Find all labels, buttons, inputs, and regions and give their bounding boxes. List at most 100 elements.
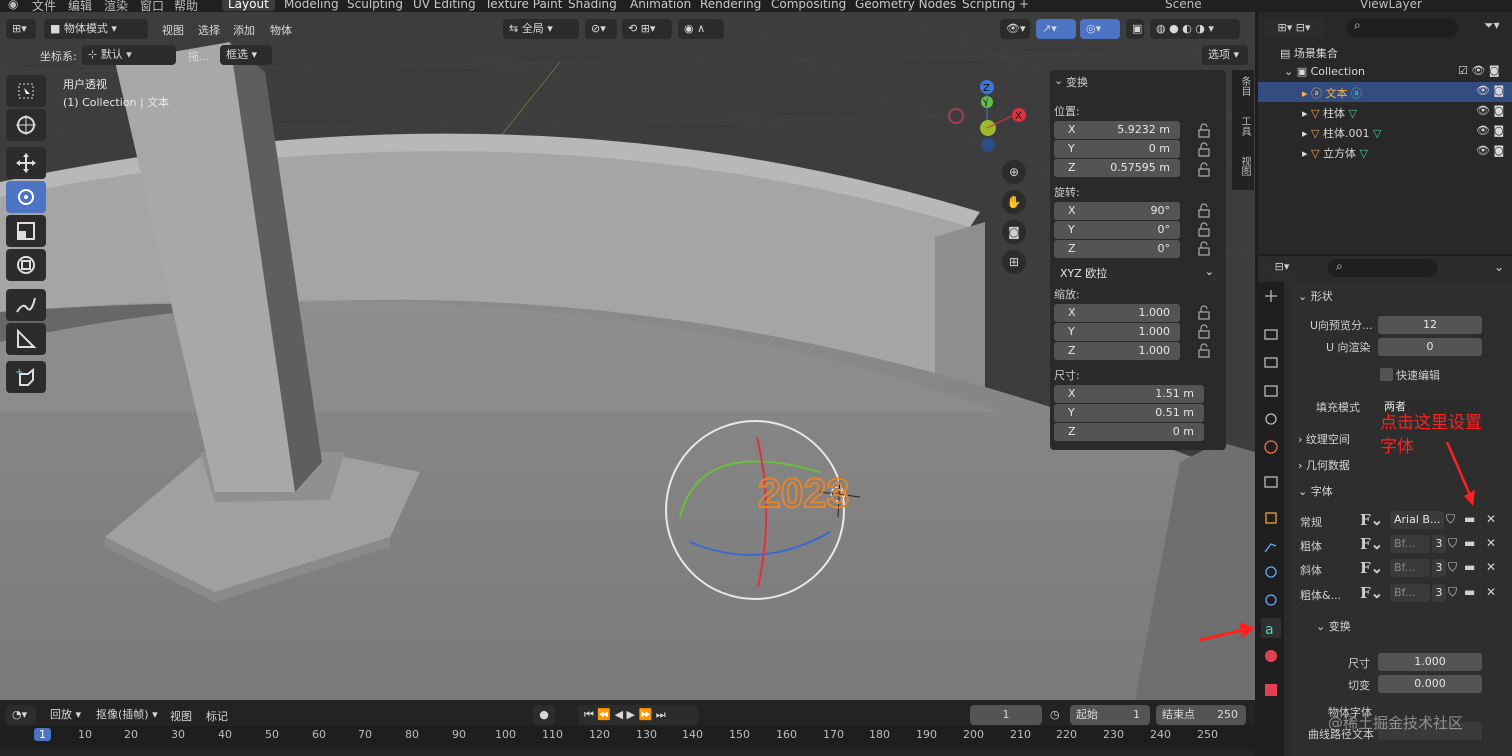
collection-row[interactable]: ⌄ ▣ Collection ☑ 👁 ◙ [1258,62,1512,82]
menu-add[interactable]: 添加 [233,22,255,38]
pivot-icon[interactable]: ⊘▾ [585,19,617,39]
eye-icon[interactable]: 👁 ◙ [1476,124,1504,137]
shape-section-header[interactable]: ⌄ 形状 [1298,288,1333,304]
properties-editor-type-icon[interactable]: ⊟▾ [1266,260,1298,278]
size-field[interactable]: 1.000 [1378,653,1482,671]
visibility-icon[interactable]: 👁▾ [1000,19,1030,39]
u-preview-field[interactable]: 12 [1378,316,1482,334]
eye-icon[interactable]: 👁 ◙ [1476,84,1504,97]
tab-shading[interactable]: Shading [568,0,617,11]
tab-uv-editing[interactable]: UV Editing [413,0,476,11]
outliner-item-cylinder-001[interactable]: ▸ ▽ 柱体.001 ▽ 👁 ◙ [1258,122,1512,142]
unlink-font-icon[interactable]: ✕ [1486,536,1496,550]
menu-file[interactable]: 文件 [32,0,56,12]
timeline-marker-menu[interactable]: 标记 [206,708,228,724]
add-workspace-icon[interactable]: + [1019,0,1029,11]
view-layer-name[interactable]: ViewLayer [1360,0,1422,11]
location-y-field[interactable]: Y 0 m [1054,140,1180,158]
properties-options-icon[interactable]: ⌄ [1494,260,1504,274]
tab-view[interactable]: 视图 [1234,156,1252,176]
menu-render[interactable]: 渲染 [104,0,128,12]
rotate-tool-icon[interactable] [6,181,46,213]
transform-tool-icon[interactable] [6,249,46,281]
menu-help[interactable]: 帮助 [174,0,198,12]
rotation-z-field[interactable]: Z 0° [1054,240,1180,258]
timeline-view-menu[interactable]: 视图 [170,708,192,724]
tab-scripting[interactable]: Scripting [962,0,1015,11]
filter-icon[interactable]: ⏷▾ [1484,18,1500,33]
shear-field[interactable]: 0.000 [1378,675,1482,693]
dimensions-y-field[interactable]: Y 0.51 m [1054,404,1204,422]
tab-animation[interactable]: Animation [630,0,691,11]
measure-tool-icon[interactable] [6,323,46,355]
collapse-icon[interactable]: ⌄ [1054,74,1063,87]
location-z-field[interactable]: Z 0.57595 m [1054,159,1180,177]
keying-menu[interactable]: 抠像(插帧) ▾ [90,705,162,725]
unlink-font-icon[interactable]: ✕ [1486,560,1496,574]
mode-select[interactable]: ■ 物体模式 ▾ [44,19,148,39]
playback-menu[interactable]: 回放 ▾ [44,705,88,725]
annotate-tool-icon[interactable] [6,289,46,321]
select-mode-select[interactable]: 框选 ▾ [220,45,272,65]
properties-search-input[interactable]: ⌕ [1328,259,1438,277]
menu-window[interactable]: 窗口 [140,0,164,12]
tab-tool[interactable]: 工具 [1234,116,1252,136]
eye-icon[interactable]: 👁 ◙ [1476,144,1504,157]
outliner-display-icon[interactable]: ⊞▾ ⊟▾ [1264,18,1324,38]
current-frame-marker[interactable]: 1 [34,728,51,741]
shading-modes[interactable]: ◍ ● ◐ ◑ ▾ [1150,19,1240,39]
tab-texture-paint[interactable]: Texture Paint [485,0,562,11]
menu-edit[interactable]: 编辑 [68,0,92,12]
tab-modeling[interactable]: Modeling [284,0,339,11]
outliner-search-input[interactable]: ⌕ [1346,18,1458,38]
overlay-toggle-icon[interactable]: ◎▾ [1080,19,1120,39]
pan-hand-icon[interactable]: ✋ [1002,190,1026,214]
frame-ruler[interactable]: 1 10 20 30 40 50 60 70 80 90 100 110 120… [0,726,1255,748]
record-icon[interactable]: ● [533,705,555,725]
start-frame-field[interactable]: 起始 1 [1070,705,1150,725]
clock-icon[interactable]: ◷ [1050,708,1060,721]
cursor-tool-icon[interactable] [6,109,46,141]
drag-label[interactable]: 拖... [188,48,210,64]
zoom-icon[interactable]: ⊕ [1002,160,1026,184]
rotation-x-field[interactable]: X 90° [1054,202,1180,220]
outliner-item-text[interactable]: ▸ ⓐ 文本 ⓐ 👁 ◙ [1258,82,1512,102]
fast-edit-checkbox[interactable] [1380,368,1393,381]
tab-compositing[interactable]: Compositing [771,0,846,11]
options-button[interactable]: 选项 ▾ [1202,45,1248,65]
scale-tool-icon[interactable] [6,215,46,247]
text-object-2023[interactable]: 2023 [757,469,850,517]
snap-icon[interactable]: ⟲ ⊞▾ [622,19,672,39]
checkbox-icon[interactable]: ☑ 👁 ◙ [1458,64,1500,77]
dimensions-z-field[interactable]: Z 0 m [1054,423,1204,441]
scene-name[interactable]: Scene [1165,0,1202,11]
eye-icon[interactable]: 👁 ◙ [1476,104,1504,117]
menu-view[interactable]: 视图 [162,22,184,38]
menu-select[interactable]: 选择 [198,22,220,38]
rotation-mode-select[interactable]: XYZ 欧拉 ⌄ [1054,263,1218,281]
tab-layout[interactable]: Layout [222,0,275,11]
outliner-item-cylinder[interactable]: ▸ ▽ 柱体 ▽ 👁 ◙ [1258,102,1512,122]
scene-collection-row[interactable]: ▤ 场景集合 [1258,42,1512,62]
rotation-y-field[interactable]: Y 0° [1054,221,1180,239]
tab-geometry-nodes[interactable]: Geometry Nodes [855,0,956,11]
move-tool-icon[interactable] [6,147,46,179]
camera-icon[interactable]: ◙ [1002,220,1026,244]
timeline-editor-type-icon[interactable]: ◔▾ [6,705,36,725]
transform-section-title[interactable]: 变换 [1066,74,1088,90]
add-cube-tool-icon[interactable]: + [6,361,46,393]
tab-item[interactable]: 条目 [1234,76,1252,96]
proportional-edit-icon[interactable]: ◉ ∧ [678,19,724,39]
dimensions-x-field[interactable]: X 1.51 m [1054,385,1204,403]
outliner-item-cube[interactable]: ▸ ▽ 立方体 ▽ 👁 ◙ [1258,142,1512,162]
gizmo-toggle-icon[interactable]: ↗▾ [1036,19,1076,39]
end-frame-field[interactable]: 结束点 250 [1156,705,1246,725]
grid-view-icon[interactable]: ⊞ [1002,250,1026,274]
scale-x-field[interactable]: X 1.000 [1054,304,1180,322]
blender-logo-icon[interactable]: ◉ [8,0,18,11]
orientation-select[interactable]: ⇆ 全局 ▾ [503,19,579,39]
select-box-tool-icon[interactable] [6,75,46,107]
menu-object[interactable]: 物体 [270,22,292,38]
playback-controls[interactable]: ⏮ ⏪ ◀ ▶ ⏩ ⏭ [578,705,698,725]
xray-icon[interactable]: ▣ [1126,19,1144,39]
